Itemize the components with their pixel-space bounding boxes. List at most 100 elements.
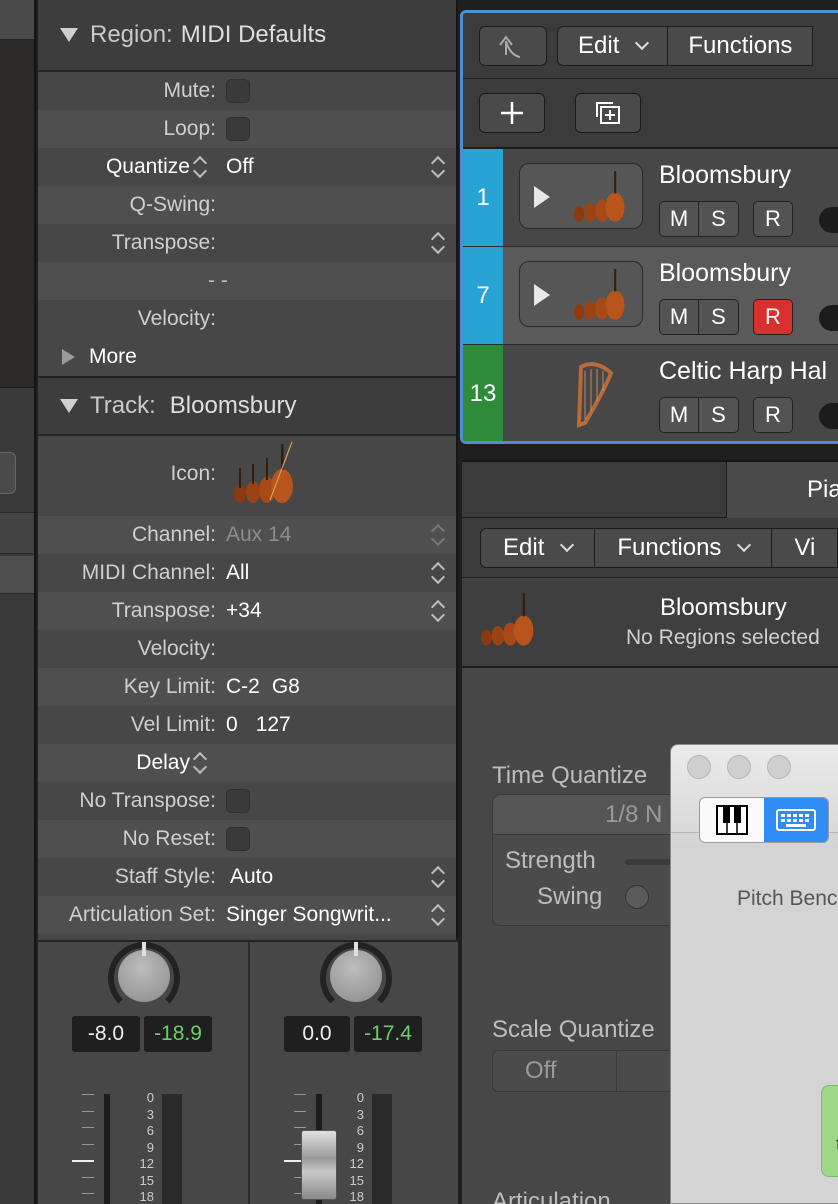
time-quantize-value[interactable]: 1/8 N: [493, 795, 691, 835]
input-monitor-toggle[interactable]: [819, 305, 838, 331]
tab-piano-roll[interactable]: Pia: [726, 462, 838, 518]
region-loop-row: Loop:: [38, 110, 456, 148]
volume-fader-1[interactable]: [104, 1094, 110, 1204]
scale-quantize-box[interactable]: Off: [492, 1050, 692, 1092]
staff-style-stepper-icon[interactable]: [432, 866, 444, 888]
loop-checkbox[interactable]: [226, 117, 250, 141]
zoom-button[interactable]: [767, 755, 791, 779]
record-enable-button-armed[interactable]: R: [753, 299, 793, 335]
next-track-color-strip: [463, 443, 503, 444]
solo-button[interactable]: S: [699, 397, 739, 433]
delay-label[interactable]: Delay: [38, 751, 226, 775]
quantize-stepper-icon[interactable]: [432, 156, 444, 178]
add-track-button[interactable]: [479, 93, 545, 133]
articulation-set-stepper-icon[interactable]: [432, 904, 444, 926]
midi-channel-stepper-icon[interactable]: [432, 562, 444, 584]
delay-mode-stepper-icon[interactable]: [194, 752, 206, 774]
track-name-1[interactable]: Bloomsbury: [659, 161, 791, 190]
typing-keyboard-segment[interactable]: [764, 798, 828, 842]
track-play-button-7[interactable]: [519, 261, 643, 327]
vel-limit-low[interactable]: 0: [226, 713, 238, 737]
track-delay-row[interactable]: Delay: [38, 744, 456, 782]
channel-value[interactable]: Aux 14: [226, 523, 291, 547]
midi-channel-value[interactable]: All: [226, 561, 249, 585]
region-more-disclosure[interactable]: More: [38, 338, 456, 378]
key-limit-high[interactable]: G8: [272, 675, 300, 699]
disclosure-triangle-right-icon[interactable]: [62, 349, 75, 365]
disclosure-triangle-icon[interactable]: [60, 28, 78, 42]
disclosure-triangle-icon[interactable]: [60, 399, 78, 413]
input-monitor-toggle[interactable]: [819, 403, 838, 429]
loop-label: Loop:: [163, 117, 216, 140]
articulation-set-label: Articulation Set:: [68, 903, 216, 926]
mute-checkbox[interactable]: [226, 79, 250, 103]
strings-ensemble-icon[interactable]: [226, 438, 296, 508]
peak-readout-1[interactable]: -18.9: [144, 1016, 212, 1052]
editor-functions-menu[interactable]: Functions: [595, 527, 773, 568]
channel-strips: -8.0 -18.9 0 3 6 9 12 15 18 0.0 -17.4 0 3 6 9 12 15…: [38, 940, 458, 1204]
green-key[interactable]: t: [821, 1085, 838, 1177]
track-transpose-value[interactable]: +34: [226, 599, 262, 623]
input-monitor-toggle[interactable]: [819, 207, 838, 233]
quantize-label[interactable]: Quantize: [38, 155, 226, 179]
region-quantize-row[interactable]: Quantize Off: [38, 148, 456, 186]
tracks-edit-menu[interactable]: Edit: [557, 25, 669, 66]
articulation-label: Articulation: [492, 1188, 611, 1204]
record-enable-button[interactable]: R: [753, 201, 793, 237]
peak-readout-2[interactable]: -17.4: [354, 1016, 422, 1052]
track-section-header[interactable]: Track: Bloomsbury: [38, 378, 456, 436]
track-parameters: Icon: Channel: Aux 14 MIDI Channel: All …: [38, 436, 456, 934]
fader-cap-2[interactable]: [301, 1130, 337, 1200]
channel-label: Channel:: [131, 523, 216, 546]
pan-knob-2[interactable]: [320, 942, 392, 1014]
region-transpose-stepper-icon[interactable]: [432, 232, 444, 254]
duplicate-track-button[interactable]: [575, 93, 641, 133]
articulation-set-value[interactable]: Singer Songwrit...: [226, 903, 392, 927]
harp-icon[interactable]: [571, 359, 619, 429]
region-velocity-row: Velocity:: [38, 300, 456, 338]
no-transpose-checkbox[interactable]: [226, 789, 250, 813]
solo-button[interactable]: S: [699, 201, 739, 237]
editor-edit-menu[interactable]: Edit: [480, 527, 596, 568]
left-edge-header: [0, 0, 34, 40]
track-name-7[interactable]: Bloomsbury: [659, 259, 791, 288]
track-header-1[interactable]: 1 Bloomsbury MS R: [463, 149, 838, 247]
volume-readout-2[interactable]: 0.0: [284, 1016, 350, 1052]
left-edge-dark-area: [0, 40, 34, 388]
scale-quantize-value[interactable]: Off: [493, 1051, 617, 1091]
vel-limit-high[interactable]: 127: [256, 713, 291, 737]
piano-keyboard-segment[interactable]: [700, 798, 764, 842]
track-play-button-1[interactable]: [519, 163, 643, 229]
piano-keys-icon: [716, 805, 748, 835]
track-header-13[interactable]: 13 Celtic Harp Hal MS R: [463, 345, 838, 441]
editor-view-menu[interactable]: Vi: [772, 527, 838, 568]
back-button[interactable]: [479, 25, 547, 66]
scale-stepper-icon[interactable]: [571, 1060, 583, 1082]
key-limit-low[interactable]: C-2: [226, 675, 260, 699]
track-transpose-stepper-icon[interactable]: [432, 600, 444, 622]
close-button[interactable]: [687, 755, 711, 779]
left-edge-button[interactable]: [0, 452, 16, 494]
record-enable-button[interactable]: R: [753, 397, 793, 433]
mute-button[interactable]: M: [659, 299, 699, 335]
region-section-header[interactable]: Region: MIDI Defaults: [38, 0, 456, 72]
quantize-mode-stepper-icon[interactable]: [194, 156, 206, 178]
mute-button[interactable]: M: [659, 201, 699, 237]
no-transpose-label: No Transpose:: [79, 789, 216, 812]
volume-readout-1[interactable]: -8.0: [72, 1016, 140, 1052]
track-header-7[interactable]: 7 Bloomsbury MS R: [463, 247, 838, 345]
region-fine-value[interactable]: - -: [208, 269, 228, 293]
solo-button[interactable]: S: [699, 299, 739, 335]
mute-button[interactable]: M: [659, 397, 699, 433]
minimize-button[interactable]: [727, 755, 751, 779]
quantize-value[interactable]: Off: [226, 155, 254, 179]
channel-stepper-icon[interactable]: [432, 524, 444, 546]
staff-style-value[interactable]: Auto: [230, 865, 273, 889]
editor-region-status: No Regions selected: [626, 626, 820, 649]
no-reset-checkbox[interactable]: [226, 827, 250, 851]
scale-quantize-label: Scale Quantize: [492, 1016, 655, 1043]
track-name-13[interactable]: Celtic Harp Hal: [659, 357, 827, 386]
pan-knob-1[interactable]: [108, 942, 180, 1014]
tracks-functions-menu[interactable]: Functions: [668, 25, 814, 66]
swing-slider-knob[interactable]: [625, 885, 649, 909]
